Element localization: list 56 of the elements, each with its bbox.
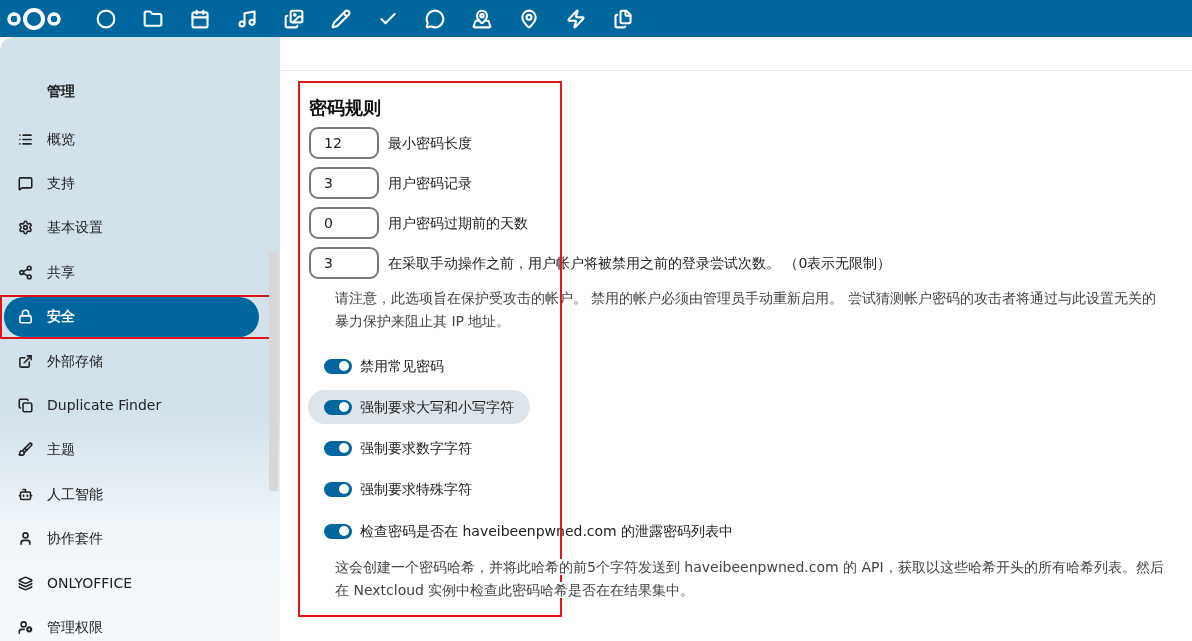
toggle-switch[interactable]	[324, 440, 352, 456]
number-input-field[interactable]: 12	[309, 127, 379, 159]
user-gear-icon	[18, 620, 33, 635]
calendar-icon[interactable]	[189, 8, 210, 29]
pencil-icon[interactable]	[330, 8, 351, 29]
user-icon	[18, 531, 33, 547]
sidebar-item[interactable]: 管理权限	[4, 607, 259, 641]
field-label: 用户密码过期前的天数	[388, 213, 528, 233]
sidebar-item[interactable]: 支持	[4, 163, 259, 204]
sidebar-item[interactable]: 主题	[4, 429, 259, 470]
toggle-note: 这会创建一个密码哈希，并将此哈希的前5个字符发送到 haveibeenpwned.com 的 API，获取以这些哈希开头的所有哈希列表。然后在 Nextcloud 实例中检查此密码哈希是否在在结果集中。	[335, 558, 1165, 600]
toggle-switch[interactable]	[324, 358, 352, 374]
field-label: 用户密码记录	[388, 173, 472, 193]
circle-icon[interactable]	[95, 8, 116, 29]
lock-icon	[18, 309, 33, 325]
documents-icon[interactable]	[612, 8, 633, 29]
copy-icon	[18, 398, 33, 414]
toggle-row[interactable]: 强制要求大写和小写字符	[308, 390, 530, 424]
sidebar-item[interactable]: 安全	[4, 296, 259, 337]
chat-bubble-icon[interactable]	[424, 8, 445, 29]
toggle-row[interactable]: 强制要求特殊字符	[308, 472, 488, 506]
lightning-icon[interactable]	[565, 8, 586, 29]
share-icon	[18, 264, 33, 280]
settings-icon	[18, 220, 33, 236]
photos-icon[interactable]	[283, 8, 304, 29]
toggle-switch[interactable]	[324, 523, 352, 539]
map-pin-icon[interactable]	[471, 8, 492, 29]
sidebar-item[interactable]: ONLYOFFICE	[4, 563, 259, 604]
sidebar-item[interactable]: 协作套件	[4, 518, 259, 559]
sidebar-item[interactable]: Duplicate Finder	[4, 385, 259, 426]
music-note-icon[interactable]	[236, 8, 257, 29]
number-input-field[interactable]: 0	[309, 207, 379, 239]
toggle-row[interactable]: 强制要求数字字符	[308, 431, 488, 465]
scrollbar[interactable]	[269, 251, 278, 491]
sidebar-item[interactable]: 人工智能	[4, 474, 259, 515]
sidebar-item[interactable]: 共享	[4, 252, 259, 293]
robot-icon	[18, 486, 33, 502]
sidebar-item[interactable]: 基本设置	[4, 207, 259, 248]
toggle-switch[interactable]	[324, 481, 352, 497]
logo-icon[interactable]	[6, 6, 62, 31]
toggle-row[interactable]: 禁用常见密码	[308, 349, 460, 383]
list-icon	[18, 131, 33, 147]
folder-icon[interactable]	[142, 8, 163, 29]
external-link-icon	[18, 353, 33, 369]
section-title: 密码规则	[309, 96, 381, 120]
toggle-switch[interactable]	[324, 399, 352, 415]
brush-icon	[18, 442, 33, 458]
sidebar-heading: 管理	[46, 82, 75, 101]
map-pin-icon[interactable]	[518, 8, 539, 29]
number-input-field[interactable]: 3	[309, 167, 379, 199]
field-label: 最小密码长度	[388, 133, 472, 153]
layers-icon	[18, 575, 33, 591]
number-input-field[interactable]: 3	[309, 247, 379, 279]
sidebar-item[interactable]: 概览	[4, 119, 259, 160]
chat-icon	[18, 176, 33, 192]
sidebar-item[interactable]: 外部存储	[4, 341, 259, 382]
